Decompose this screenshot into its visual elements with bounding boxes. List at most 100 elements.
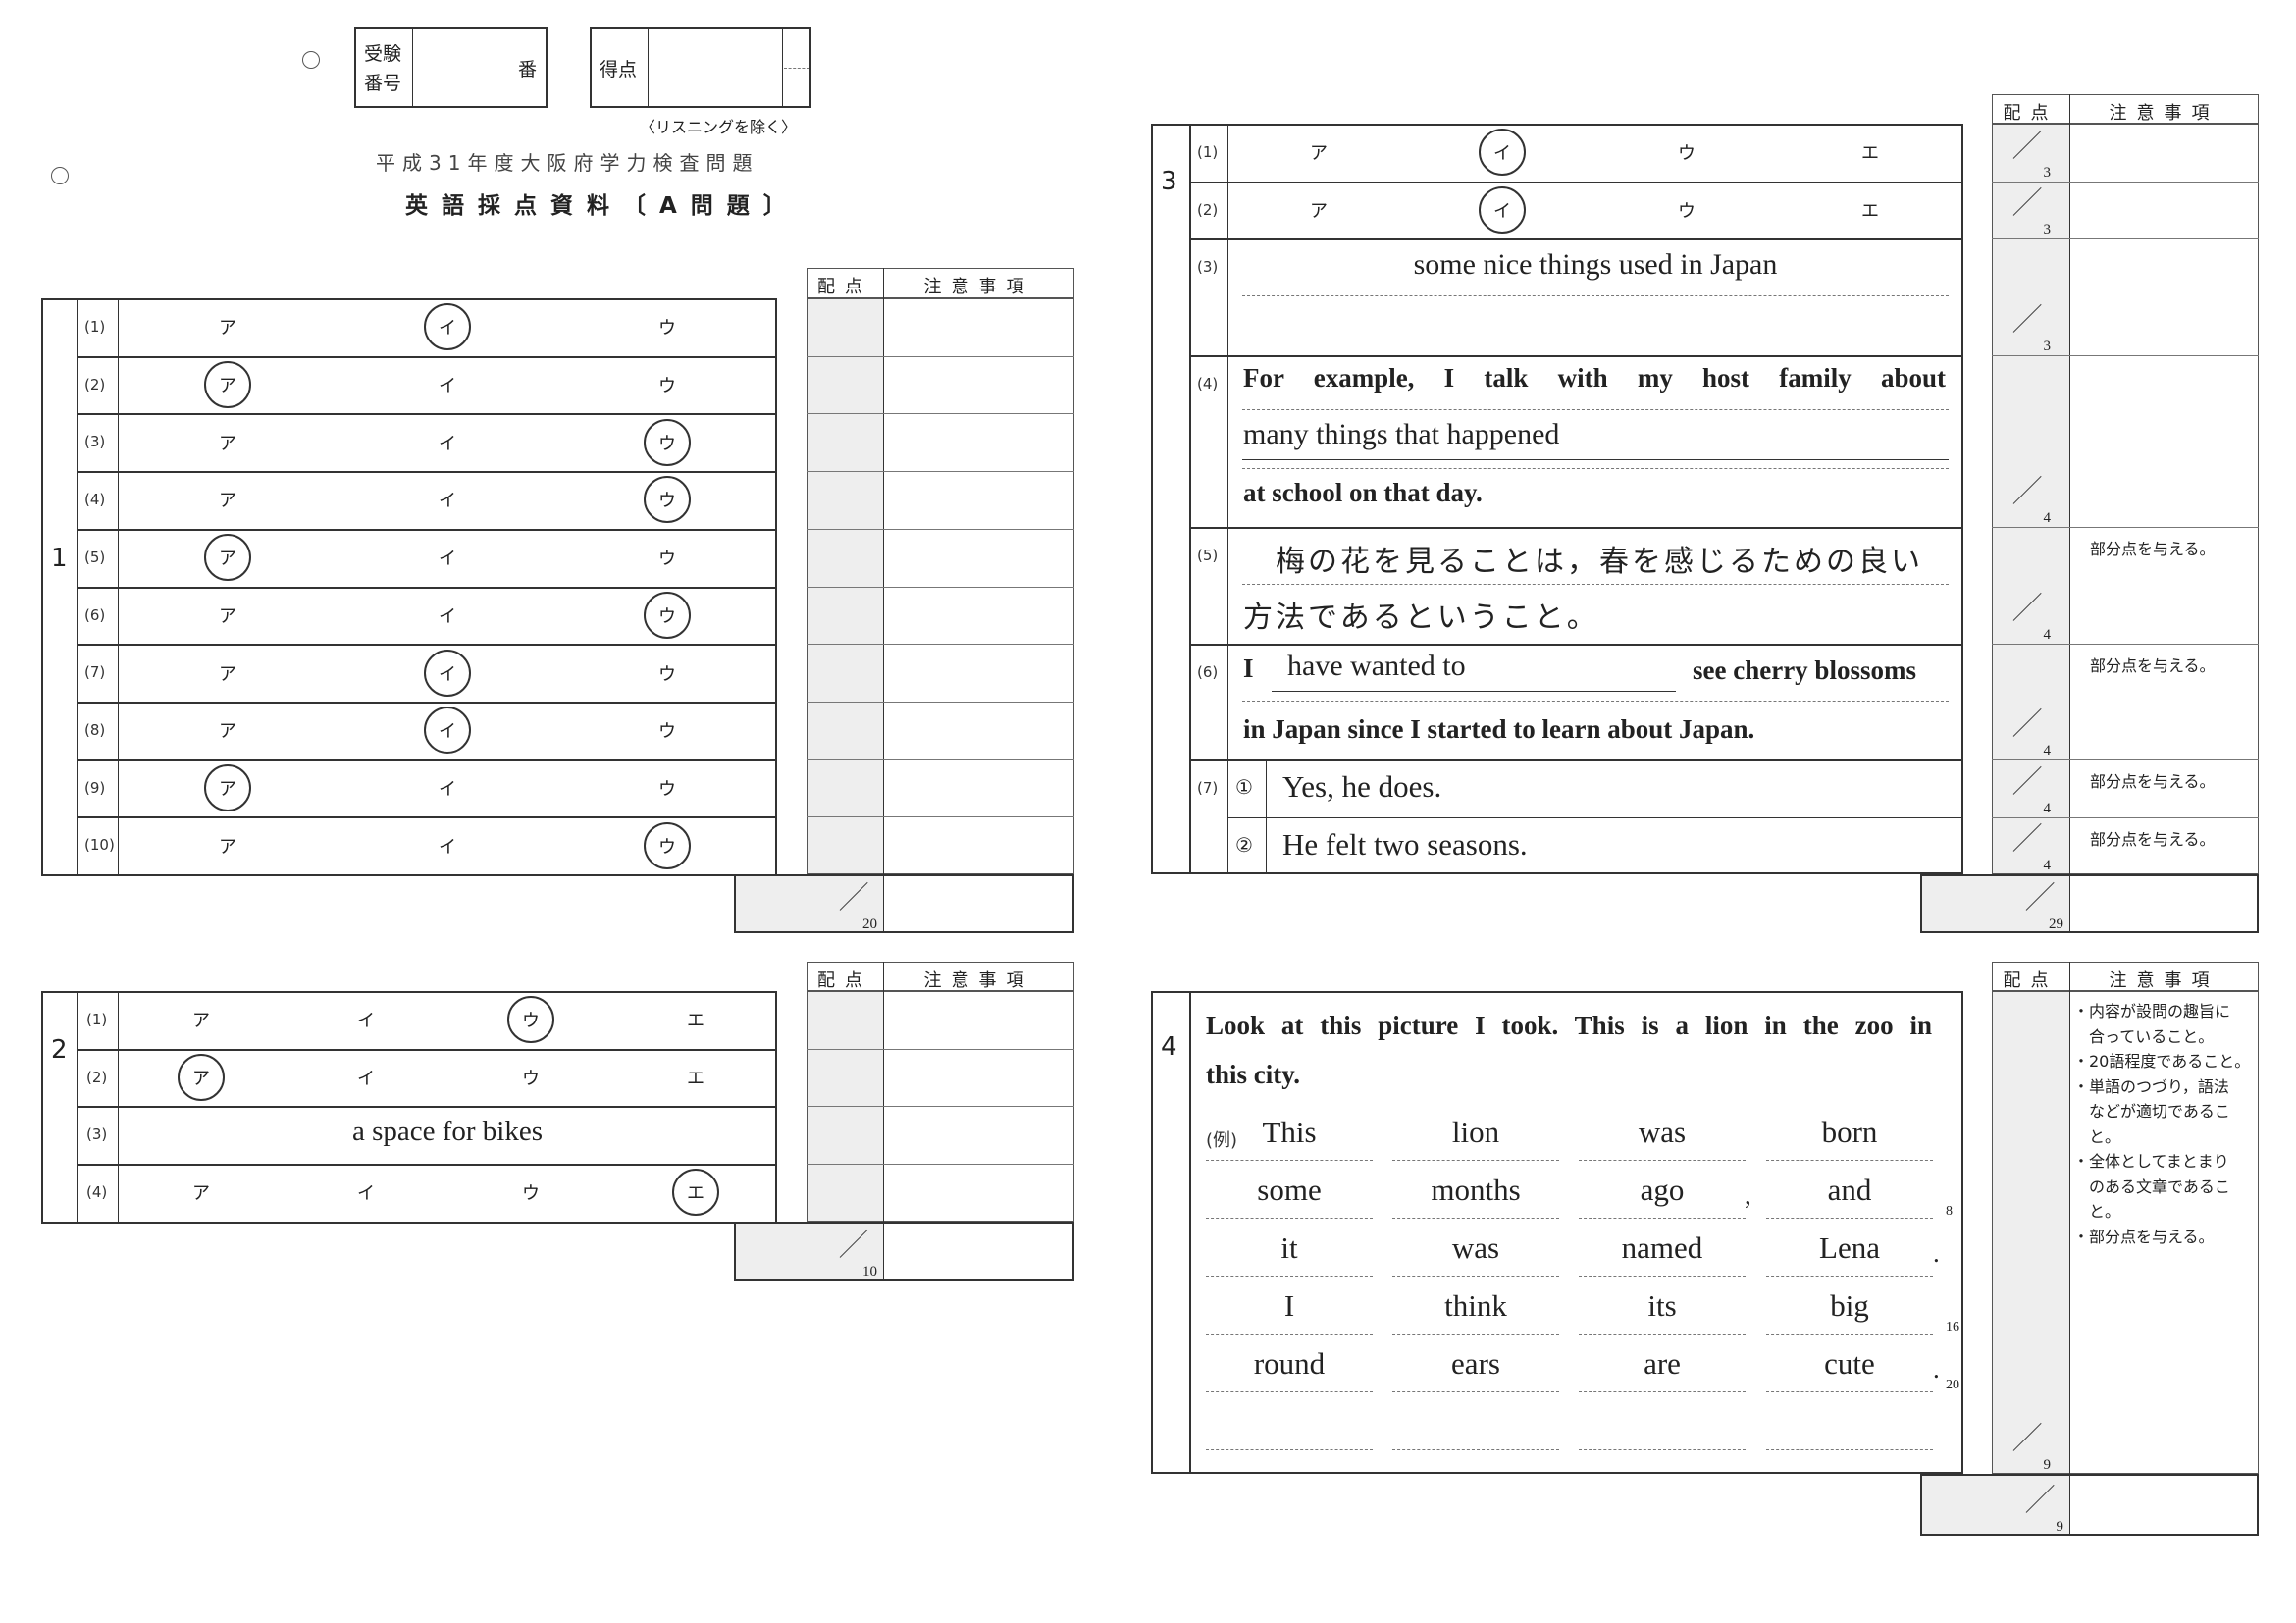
dotted-line [1392,1334,1559,1335]
rule-line [807,413,1074,415]
rule-line [1189,238,1963,240]
exam-number-suffix: 番 [518,59,538,80]
dotted-line [1206,1449,1373,1450]
dotted-line [1242,295,1949,296]
choice-option: ウ [1678,200,1696,222]
answer-word: it [1280,1230,1298,1265]
question-text: see cherry blossoms [1693,654,1916,685]
answer-text: Yes, he does. [1282,769,1442,804]
answer-word: cute [1824,1346,1875,1381]
dotted-line [1766,1391,1933,1392]
rule-line [1992,354,2259,356]
notes-column-header: 注意事項 [923,970,1034,991]
dotted-line [1206,1218,1373,1219]
rule-line [77,471,777,474]
points-number: 20 [862,916,877,932]
points-number: 3 [2043,164,2052,181]
dotted-line [1206,1276,1373,1277]
exam-number-label: 番号 [364,73,402,94]
question-label: (1) [1197,143,1219,161]
points-value: 20 [834,881,877,932]
dotted-line [1242,467,1949,469]
choice-option: ア [219,663,236,685]
rule-line [1266,759,1267,874]
dotted-line [1766,1276,1933,1277]
choice-option: ウ [522,1183,540,1205]
answer-key-sheet: 受験 番号 番 得点 〈リスニングを除く〉 平成31年度大阪府学力検査問題 英語… [0,0,2296,1623]
question-label: (7) [1197,779,1219,797]
rule-line [77,586,777,589]
note-line: ・単語のつづり，語法 [2073,1076,2229,1096]
rule-line [807,1106,1074,1108]
note-line: と。 [2073,1126,2121,1146]
question-label: (6) [84,605,106,624]
choice-option: ウ [658,318,676,340]
dotted-line [1579,1218,1746,1219]
notes-column-header: 注意事項 [2109,970,2219,991]
dotted-line [1206,1391,1373,1392]
answer-word: I [1283,1288,1295,1323]
choice-option: エ [1861,143,1879,164]
word-count-marker: 20 [1946,1378,1959,1392]
rule-line [1189,354,1963,357]
punctuation: , [1745,1180,1751,1210]
question-label: (10) [84,836,115,855]
rule-line [2069,1474,2070,1536]
dotted-line [1392,1449,1559,1450]
answer-word: big [1830,1288,1869,1323]
score-label: 得点 [600,59,638,80]
points-number: 10 [862,1264,877,1280]
question-label: (4) [86,1183,108,1202]
question-label: (5) [1197,547,1219,564]
question-label: (6) [1197,662,1219,681]
note-line: ・内容が設問の趣旨に [2073,1002,2231,1021]
dotted-line [1766,1218,1933,1219]
rule-line [2069,874,2070,933]
question-label: (7) [84,663,106,682]
question-label: (1) [84,318,106,336]
correct-answer-circle [672,1169,719,1217]
rule-line [807,1048,1074,1050]
answer-word: ears [1451,1346,1500,1381]
note-line: と。 [2073,1202,2121,1221]
choice-option: イ [439,549,456,570]
points-number: 4 [2043,510,2052,526]
question-text: Look at this picture I took. This is a l… [1206,1011,1932,1040]
correct-answer-circle [1479,129,1526,176]
points-value: 3 [2008,303,2051,354]
rule-line [1272,690,1676,692]
answer-text: have wanted to [1287,649,1466,682]
question-label: (3) [86,1126,108,1144]
note-line: などが適切であるこ [2073,1102,2230,1121]
rule-line [807,644,1074,646]
points-number: 9 [2056,1519,2064,1535]
correct-answer-circle [644,591,691,639]
points-number: 4 [2043,800,2052,816]
points-number: 3 [2043,338,2052,354]
part-marker: ② [1235,832,1253,857]
answer-word: and [1827,1173,1872,1207]
points-number: 9 [2043,1457,2052,1473]
choice-option: イ [439,376,456,397]
answer-word: ago [1640,1173,1685,1207]
answer-word: think [1444,1288,1507,1323]
choice-option: ア [219,721,236,743]
part-marker: ① [1235,775,1253,799]
rule-line [77,816,777,819]
question-label: (3) [1197,258,1219,276]
correct-answer-circle [424,303,471,351]
choice-option: ウ [658,721,676,743]
word-count-marker: 8 [1946,1204,1953,1219]
choice-option: イ [357,1011,375,1032]
choice-option: イ [357,1069,375,1090]
answer-word: lion [1451,1115,1500,1149]
answer-word: are [1644,1346,1681,1381]
dotted-line [1579,1160,1746,1161]
rule-line [2069,991,2070,1474]
answer-word: was [1638,1115,1687,1149]
punch-hole-icon [302,51,320,69]
choice-option: ウ [658,376,676,397]
rule-line [1992,759,2259,760]
rule-line [883,1222,884,1281]
question-label: (4) [1197,374,1219,393]
